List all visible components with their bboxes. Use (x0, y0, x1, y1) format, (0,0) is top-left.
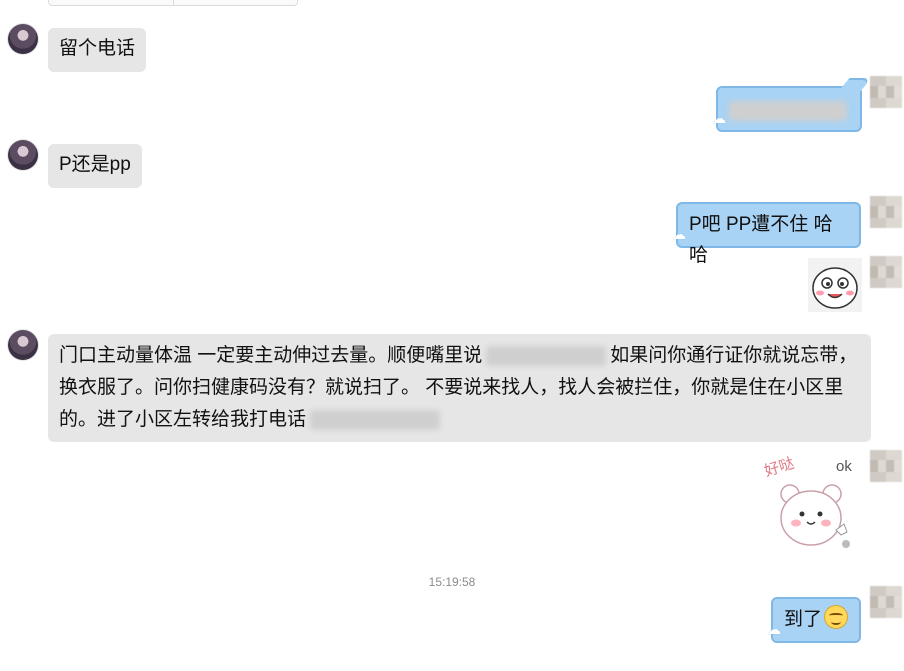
message-text: 如果问你通行证你就说忘带， (610, 345, 858, 366)
received-message-bubble[interactable]: P还是pp (48, 144, 142, 188)
sent-message-bubble[interactable]: 到了 ☁ (767, 597, 861, 643)
laughing-face-icon (808, 258, 862, 312)
redacted-text (486, 345, 607, 366)
contact-avatar[interactable] (8, 330, 38, 360)
cloud-decoration-icon: ☁ (712, 110, 726, 126)
message-text: 的。进了小区左转给我打电话 (59, 409, 307, 430)
face-sticker[interactable] (808, 258, 862, 312)
message-text: 门口主动量体温 一定要主动伸过去量。顺便嘴里说 (59, 345, 483, 366)
stub-divider (173, 0, 174, 5)
smirk-emoji-icon (824, 605, 849, 629)
message-text: P还是pp (59, 154, 131, 175)
timestamp: 15:19:58 (428, 575, 476, 589)
sent-message-bubble[interactable]: P吧 PP遭不住 哈哈 ☁ (672, 202, 861, 266)
redacted-text (310, 409, 441, 430)
message-line: 门口主动量体温 一定要主动伸过去量。顺便嘴里说 如果问你通行证你就说忘带， (59, 340, 860, 372)
my-avatar[interactable] (870, 256, 902, 288)
bear-sticker[interactable]: 好哒 ok (760, 452, 862, 556)
contact-avatar[interactable] (8, 140, 38, 170)
cloud-decoration-icon: ☁ (767, 621, 781, 637)
message-text: 到了 (784, 609, 823, 630)
received-message-bubble[interactable]: 门口主动量体温 一定要主动伸过去量。顺便嘴里说 如果问你通行证你就说忘带， 换衣服… (48, 334, 871, 442)
cloud-decoration-icon: ☁ (672, 226, 686, 242)
message-text: 留个电话 (59, 38, 136, 59)
my-avatar[interactable] (870, 196, 902, 228)
my-avatar[interactable] (870, 76, 902, 108)
message-line: 的。进了小区左转给我打电话 (59, 404, 860, 436)
bear-icon (780, 484, 850, 548)
redacted-text (729, 101, 847, 122)
my-avatar[interactable] (870, 586, 902, 618)
my-avatar[interactable] (870, 450, 902, 482)
message-line: 换衣服了。问你扫健康码没有？就说扫了。 不要说来找人，找人会被拦住，你就是住在小… (59, 377, 844, 398)
contact-avatar[interactable] (8, 24, 38, 54)
received-message-bubble[interactable]: 留个电话 (48, 28, 147, 72)
previous-message-stub (48, 0, 298, 6)
